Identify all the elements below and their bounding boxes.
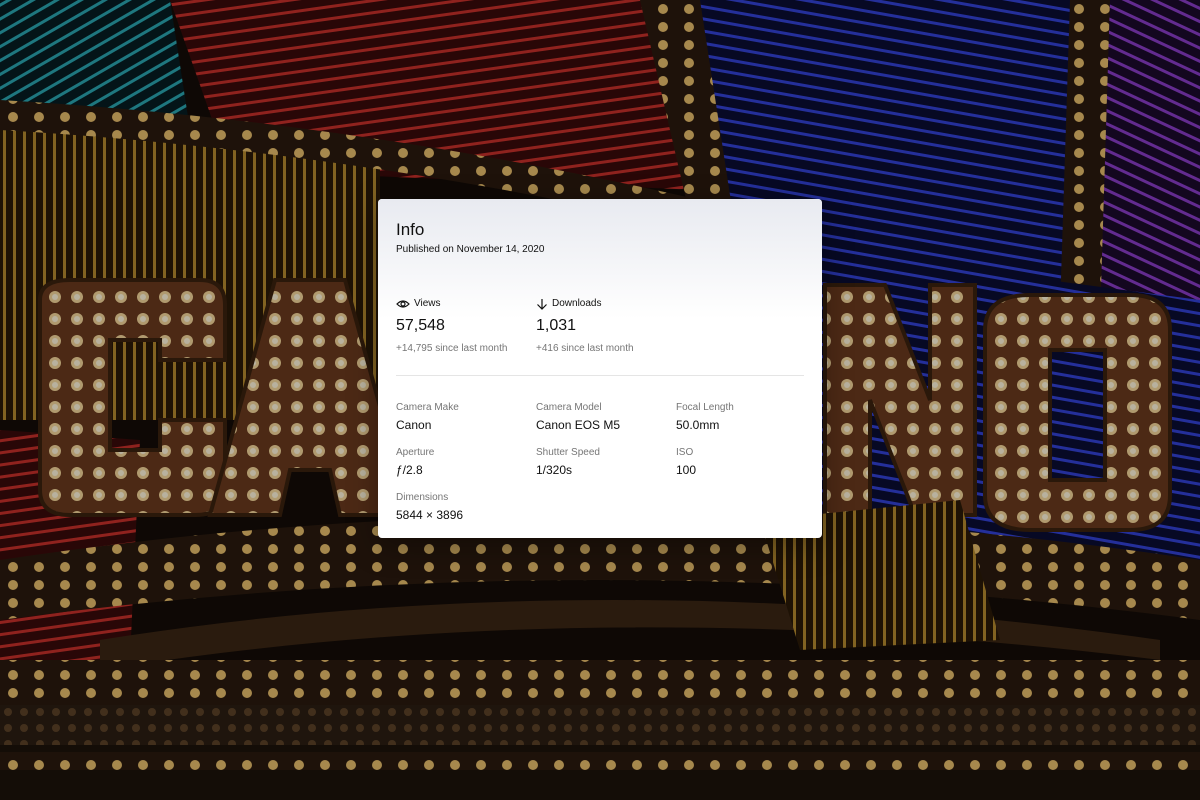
section-divider <box>396 375 804 376</box>
exif-item-focal-length: Focal Length 50.0mm <box>676 401 804 433</box>
info-modal: Info Published on November 14, 2020 View… <box>378 199 822 538</box>
exif-value: Canon EOS M5 <box>536 418 621 432</box>
views-label: Views <box>414 298 441 309</box>
exif-value: ƒ/2.8 <box>396 463 423 477</box>
exif-item-aperture: Aperture ƒ/2.8 <box>396 446 536 478</box>
exif-value: Canon <box>396 418 432 432</box>
exif-item-camera-model: Camera Model Canon EOS M5 <box>536 401 676 433</box>
exif-value: 100 <box>676 463 697 477</box>
exif-item-camera-make: Camera Make Canon <box>396 401 536 433</box>
exif-label: Dimensions <box>396 492 449 503</box>
exif-label: Camera Model <box>536 402 602 413</box>
stats-row: Views 57,548 +14,795 since last month Do… <box>396 297 804 356</box>
exif-value: 50.0mm <box>676 418 720 432</box>
downloads-stat: Downloads 1,031 +416 since last month <box>536 297 676 356</box>
arrow-down-icon <box>536 298 548 310</box>
downloads-delta: +416 since last month <box>536 343 634 354</box>
exif-label: Camera Make <box>396 402 459 413</box>
exif-item-iso: ISO 100 <box>676 446 804 478</box>
exif-label: Aperture <box>396 447 435 458</box>
views-value: 57,548 <box>396 317 445 334</box>
exif-label: ISO <box>676 447 694 458</box>
exif-grid: Camera Make Canon Camera Model Canon EOS… <box>396 401 804 523</box>
exif-label: Focal Length <box>676 402 734 413</box>
exif-value: 5844 × 3896 <box>396 508 464 522</box>
modal-title: Info <box>396 220 425 239</box>
exif-label: Shutter Speed <box>536 447 600 458</box>
exif-value: 1/320s <box>536 463 573 477</box>
views-stat: Views 57,548 +14,795 since last month <box>396 297 536 356</box>
downloads-value: 1,031 <box>536 317 577 334</box>
views-delta: +14,795 since last month <box>396 343 508 354</box>
exif-item-dimensions: Dimensions 5844 × 3896 <box>396 491 536 523</box>
exif-item-shutter-speed: Shutter Speed 1/320s <box>536 446 676 478</box>
downloads-label: Downloads <box>552 298 602 309</box>
published-date: Published on November 14, 2020 <box>396 244 545 255</box>
eye-icon <box>396 299 410 309</box>
